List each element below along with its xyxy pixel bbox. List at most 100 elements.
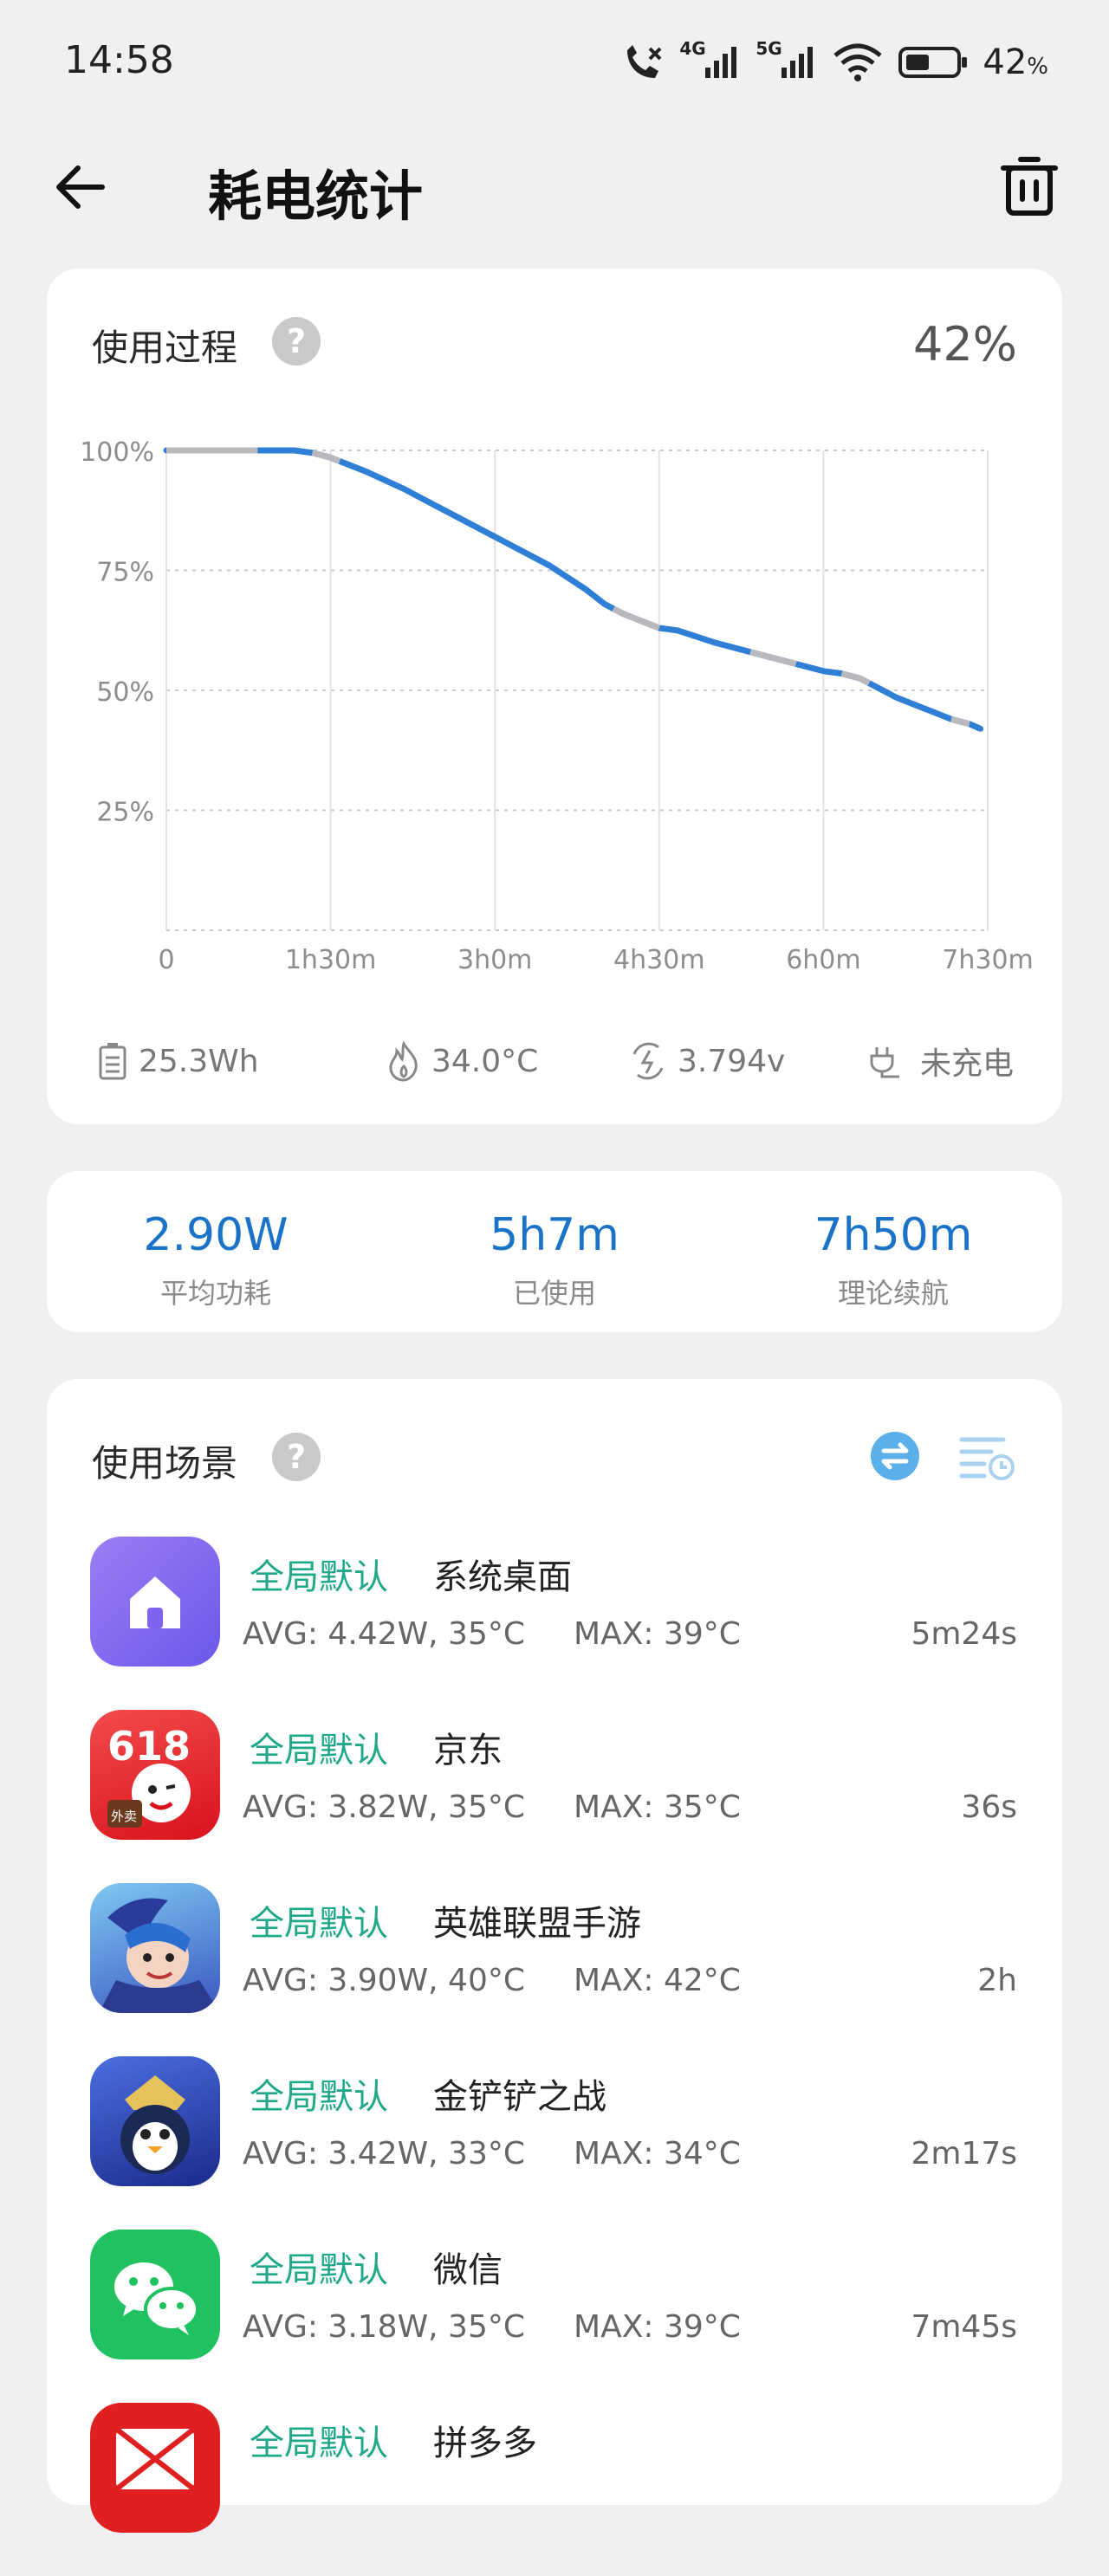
- process-title: 使用过程: [92, 327, 238, 369]
- battery-stats-row: 25.3Wh 34.0°C 3.794v 未充电: [47, 1031, 1062, 1091]
- voltage-icon: [632, 1042, 664, 1080]
- max-stats: MAX: 34°C: [574, 2136, 741, 2171]
- jd-618-icon: 618 外卖: [90, 1710, 220, 1840]
- app-stats: AVG: 3.82W, 35°C MAX: 35°C: [243, 1790, 741, 1825]
- signal-4g-icon: 4G: [679, 38, 742, 83]
- status-time: 14:58: [64, 38, 174, 82]
- x-tick-label: 6h0m: [786, 945, 860, 975]
- x-tick-label: 4h30m: [613, 945, 705, 975]
- max-stats: MAX: 39°C: [574, 1616, 741, 1652]
- back-arrow-icon[interactable]: [50, 156, 113, 218]
- battery-level-line: [163, 447, 984, 732]
- help-icon[interactable]: ?: [272, 1433, 321, 1481]
- app-row-lol-mobile[interactable]: 全局默认 英雄联盟手游 AVG: 3.90W, 40°C MAX: 42°C 2h: [47, 1883, 1062, 2056]
- app-usage-time: 36s: [961, 1790, 1017, 1825]
- summary-avg-power: 2.90W 平均功耗: [47, 1171, 385, 1332]
- avg-power-value: 2.90W: [143, 1209, 289, 1261]
- avg-stats: AVG: 3.18W, 35°C: [243, 2309, 526, 2345]
- idle-segment: [950, 715, 970, 728]
- app-name: 京东: [433, 1731, 503, 1770]
- scenes-title: 使用场景: [92, 1442, 238, 1485]
- y-tick-label: 50%: [96, 677, 154, 708]
- x-tick-label: 0: [158, 945, 174, 975]
- plug-icon: [870, 1047, 899, 1078]
- usage-scenes-card: 使用场景 ? 全局默认 系统桌面 AVG: 4.42W, 35°C MAX: 39…: [47, 1379, 1062, 2533]
- app-name: 微信: [433, 2250, 503, 2290]
- pinduoduo-icon: [90, 2403, 220, 2533]
- switch-icon[interactable]: [870, 1431, 920, 1481]
- y-tick-label: 25%: [96, 798, 154, 828]
- call-forward-icon: [627, 45, 662, 78]
- avg-power-label: 平均功耗: [159, 1277, 271, 1310]
- wechat-icon: [90, 2230, 220, 2359]
- battery-capacity-value: 25.3Wh: [139, 1043, 259, 1079]
- app-row-pinduoduo[interactable]: 全局默认 拼多多: [47, 2403, 1062, 2576]
- y-tick-label: 100%: [80, 437, 154, 468]
- app-stats: AVG: 4.42W, 35°C MAX: 39°C: [243, 1616, 741, 1652]
- idle-segment: [311, 450, 341, 464]
- app-row-system-launcher[interactable]: 全局默认 系统桌面 AVG: 4.42W, 35°C MAX: 39°C 5m24…: [47, 1537, 1062, 1710]
- status-bar: 14:58 4G 5G 42%: [0, 0, 1109, 130]
- battery-voltage: 3.794v: [627, 1031, 785, 1091]
- help-icon[interactable]: ?: [272, 317, 321, 366]
- used-time-value: 5h7m: [490, 1209, 619, 1261]
- scene-controls: [870, 1431, 1015, 1481]
- app-usage-time: 2h: [977, 1963, 1017, 1998]
- app-stats: AVG: 3.18W, 35°C MAX: 39°C: [243, 2309, 741, 2345]
- battery-capacity-icon: [99, 1043, 126, 1080]
- app-row-jd[interactable]: 618 外卖 全局默认 京东 AVG: 3.82W, 35°C MAX: 35°C…: [47, 1710, 1062, 1883]
- avg-stats: AVG: 3.42W, 33°C: [243, 2136, 526, 2171]
- max-stats: MAX: 35°C: [574, 1790, 741, 1825]
- usage-process-card: 使用过程 ? 42% 25% 50% 75% 100% 0 1h30m 3h0m 4h30m 6…: [47, 269, 1062, 1124]
- app-row-wechat[interactable]: 全局默认 微信 AVG: 3.18W, 35°C MAX: 39°C 7m45s: [47, 2230, 1062, 2403]
- battery-capacity: 25.3Wh: [95, 1031, 259, 1091]
- app-row-golden-spatula[interactable]: 全局默认 金铲铲之战 AVG: 3.42W, 33°C MAX: 34°C 2m1…: [47, 2056, 1062, 2230]
- idle-segment: [749, 649, 797, 667]
- max-stats: MAX: 42°C: [574, 1963, 741, 1998]
- app-name: 英雄联盟手游: [433, 1904, 641, 1944]
- app-usage-time: 5m24s: [911, 1616, 1017, 1652]
- idle-segment: [612, 605, 661, 631]
- avg-stats: AVG: 3.90W, 40°C: [243, 1963, 526, 1998]
- max-stats: MAX: 39°C: [574, 2309, 741, 2345]
- battery-icon: [898, 47, 968, 78]
- policy-tag: 全局默认: [250, 2424, 388, 2463]
- battery-voltage-value: 3.794v: [678, 1043, 786, 1079]
- used-time-label: 已使用: [512, 1277, 596, 1310]
- avg-stats: AVG: 3.82W, 35°C: [243, 1790, 526, 1825]
- wifi-icon: [833, 43, 882, 81]
- summary-used-time: 5h7m 已使用: [386, 1171, 723, 1332]
- policy-tag: 全局默认: [250, 2250, 388, 2290]
- delete-icon[interactable]: [996, 154, 1062, 220]
- app-stats: AVG: 3.90W, 40°C MAX: 42°C: [243, 1963, 741, 1998]
- sort-by-time-icon[interactable]: [958, 1431, 1015, 1481]
- page-title: 耗电统计: [208, 165, 424, 228]
- app-name: 金铲铲之战: [433, 2077, 606, 2117]
- summary-card: 2.90W 平均功耗 5h7m 已使用 7h50m 理论续航: [47, 1171, 1062, 1332]
- idle-segment: [840, 670, 871, 686]
- avg-stats: AVG: 4.42W, 35°C: [243, 1616, 526, 1652]
- home-icon: [90, 1537, 220, 1667]
- flame-icon: [389, 1040, 418, 1082]
- battery-temperature-value: 34.0°C: [431, 1043, 539, 1079]
- x-tick-label: 7h30m: [942, 945, 1034, 975]
- header: 耗电统计: [0, 139, 1109, 234]
- current-battery-percent: 42%: [912, 317, 1017, 372]
- policy-tag: 全局默认: [250, 1731, 388, 1770]
- svg-text:外卖: 外卖: [111, 1809, 137, 1824]
- battery-temperature: 34.0°C: [385, 1031, 538, 1091]
- summary-estimated-endurance: 7h50m 理论续航: [724, 1171, 1062, 1332]
- policy-tag: 全局默认: [250, 1904, 388, 1944]
- endurance-label: 理论续航: [837, 1277, 949, 1310]
- charging-status: 未充电: [868, 1031, 1014, 1091]
- svg-text:618: 618: [107, 1723, 191, 1770]
- app-name: 拼多多: [433, 2424, 537, 2463]
- status-icons: 4G 5G 42%: [620, 36, 1048, 88]
- x-tick-label: 3h0m: [457, 945, 532, 975]
- y-tick-label: 75%: [96, 558, 154, 588]
- app-stats: AVG: 3.42W, 33°C MAX: 34°C: [243, 2136, 741, 2171]
- battery-level-chart: 25% 50% 75% 100% 0 1h30m 3h0m 4h30m 6h0m 7h30m: [80, 437, 1034, 975]
- signal-5g-icon: 5G: [756, 38, 818, 83]
- lol-mobile-icon: [90, 1883, 220, 2013]
- policy-tag: 全局默认: [250, 1557, 388, 1597]
